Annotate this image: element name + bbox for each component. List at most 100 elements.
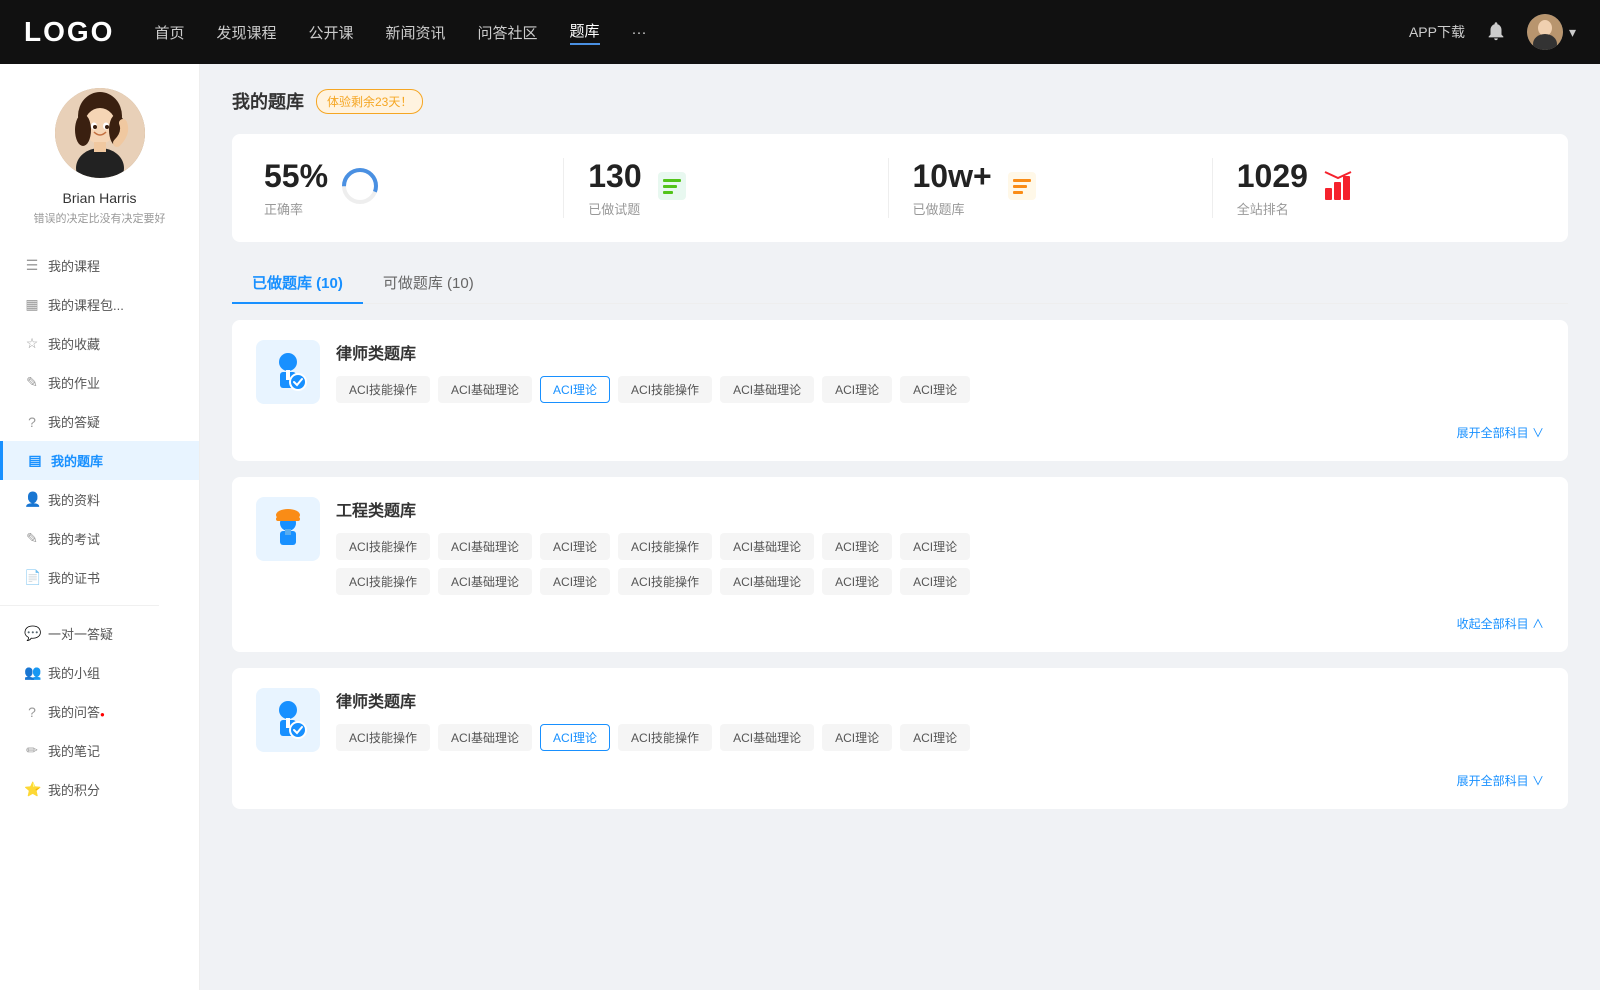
stat-done-questions: 130 已做试题 (564, 158, 888, 218)
sidebar-item-certificates[interactable]: 📄 我的证书 (0, 558, 199, 597)
tag-2b-1[interactable]: ACI基础理论 (438, 568, 532, 595)
sidebar-item-course-package[interactable]: ▦ 我的课程包... (0, 285, 199, 324)
expand-link-1[interactable]: 展开全部科目 ∨ (1457, 424, 1544, 441)
sidebar-item-courses[interactable]: ☰ 我的课程 (0, 246, 199, 285)
tag-2a-3[interactable]: ACI技能操作 (618, 533, 712, 560)
navbar: LOGO 首页 发现课程 公开课 新闻资讯 问答社区 题库 ··· APP下载 … (0, 0, 1600, 64)
stat-accuracy: 55% 正确率 (264, 158, 564, 218)
qbank-info-2: 工程类题库 ACI技能操作 ACI基础理论 ACI理论 ACI技能操作 ACI基… (336, 497, 1544, 595)
qbank-header-1: 律师类题库 ACI技能操作 ACI基础理论 ACI理论 ACI技能操作 ACI基… (256, 340, 1544, 404)
tag-2a-5[interactable]: ACI理论 (822, 533, 892, 560)
logo: LOGO (24, 16, 114, 48)
accuracy-chart-icon (340, 166, 380, 211)
questions-label: 我的问答● (48, 702, 105, 721)
tag-1-3[interactable]: ACI技能操作 (618, 376, 712, 403)
sidebar: Brian Harris 错误的决定比没有决定要好 ☰ 我的课程 ▦ 我的课程包… (0, 64, 200, 990)
sidebar-item-notes[interactable]: ✏ 我的笔记 (0, 731, 199, 770)
qbank-title-2: 工程类题库 (336, 497, 1544, 521)
sidebar-item-points[interactable]: ⭐ 我的积分 (0, 770, 199, 809)
sidebar-item-qbank[interactable]: ▤ 我的题库 (0, 441, 199, 480)
tab-available[interactable]: 可做题库 (10) (363, 262, 494, 303)
tag-2b-5[interactable]: ACI理论 (822, 568, 892, 595)
sidebar-item-favorites[interactable]: ☆ 我的收藏 (0, 324, 199, 363)
sidebar-item-questions[interactable]: ? 我的问答● (0, 692, 199, 731)
tag-2a-1[interactable]: ACI基础理论 (438, 533, 532, 560)
tag-3-3[interactable]: ACI技能操作 (618, 724, 712, 751)
sidebar-divider (0, 605, 159, 606)
points-label: 我的积分 (48, 780, 100, 799)
sidebar-item-profile[interactable]: 👤 我的资料 (0, 480, 199, 519)
done-questions-value-group: 130 已做试题 (588, 158, 641, 218)
chevron-down-icon: ▾ (1569, 24, 1576, 41)
nav-menu: 首页 发现课程 公开课 新闻资讯 问答社区 题库 ··· (154, 20, 1409, 45)
tag-3-4[interactable]: ACI基础理论 (720, 724, 814, 751)
tag-2a-4[interactable]: ACI基础理论 (720, 533, 814, 560)
nav-news[interactable]: 新闻资讯 (386, 22, 446, 43)
tag-3-5[interactable]: ACI理论 (822, 724, 892, 751)
profile-label: 我的资料 (48, 490, 100, 509)
tag-2b-2[interactable]: ACI理论 (540, 568, 610, 595)
qbank-card-engineer: 工程类题库 ACI技能操作 ACI基础理论 ACI理论 ACI技能操作 ACI基… (232, 477, 1568, 652)
package-icon: ▦ (24, 296, 40, 313)
tag-1-2[interactable]: ACI理论 (540, 376, 610, 403)
stat-accuracy-value-group: 55% 正确率 (264, 158, 328, 218)
nav-more[interactable]: ··· (632, 24, 647, 41)
navbar-right: APP下载 ▾ (1409, 14, 1576, 50)
nav-opencourse[interactable]: 公开课 (308, 22, 353, 43)
tag-1-5[interactable]: ACI理论 (822, 376, 892, 403)
cert-icon: 📄 (24, 569, 40, 586)
sidebar-item-tutoring[interactable]: 💬 一对一答疑 (0, 614, 199, 653)
tag-2b-0[interactable]: ACI技能操作 (336, 568, 430, 595)
app-download-button[interactable]: APP下载 (1409, 22, 1465, 42)
tag-2a-0[interactable]: ACI技能操作 (336, 533, 430, 560)
tag-2a-2[interactable]: ACI理论 (540, 533, 610, 560)
main-content: 我的题库 体验剩余23天！ 55% 正确率 (200, 64, 1600, 990)
nav-discover[interactable]: 发现课程 (216, 22, 276, 43)
collapse-link-2[interactable]: 收起全部科目 ∧ (1457, 615, 1544, 632)
tags-footer-3: 展开全部科目 ∨ (256, 768, 1544, 789)
tag-3-6[interactable]: ACI理论 (900, 724, 970, 751)
sidebar-item-homework[interactable]: ✎ 我的作业 (0, 363, 199, 402)
tab-done[interactable]: 已做题库 (10) (232, 262, 363, 303)
user-avatar-menu[interactable]: ▾ (1527, 14, 1576, 50)
homework-label: 我的作业 (48, 373, 100, 392)
sidebar-avatar (55, 88, 145, 178)
favorites-label: 我的收藏 (48, 334, 100, 353)
done-banks-value: 10w+ (913, 158, 992, 195)
notes-icon: ✏ (24, 742, 40, 759)
qbank-label: 我的题库 (51, 451, 103, 470)
qbank-card-lawyer-2: 律师类题库 ACI技能操作 ACI基础理论 ACI理论 ACI技能操作 ACI基… (232, 668, 1568, 809)
tag-2b-6[interactable]: ACI理论 (900, 568, 970, 595)
nav-home[interactable]: 首页 (154, 22, 184, 43)
tag-1-4[interactable]: ACI基础理论 (720, 376, 814, 403)
trial-badge: 体验剩余23天！ (316, 89, 423, 114)
qbank-header-2: 工程类题库 ACI技能操作 ACI基础理论 ACI理论 ACI技能操作 ACI基… (256, 497, 1544, 595)
tag-2b-4[interactable]: ACI基础理论 (720, 568, 814, 595)
tag-1-1[interactable]: ACI基础理论 (438, 376, 532, 403)
sidebar-item-groups[interactable]: 👥 我的小组 (0, 653, 199, 692)
done-banks-value-group: 10w+ 已做题库 (913, 158, 992, 218)
profile-icon: 👤 (24, 491, 40, 508)
tag-1-0[interactable]: ACI技能操作 (336, 376, 430, 403)
nav-qbank[interactable]: 题库 (570, 20, 600, 45)
nav-qa[interactable]: 问答社区 (478, 22, 538, 43)
tags-row-2b: ACI技能操作 ACI基础理论 ACI理论 ACI技能操作 ACI基础理论 AC… (336, 568, 1544, 595)
homework-icon: ✎ (24, 374, 40, 391)
tag-2a-6[interactable]: ACI理论 (900, 533, 970, 560)
done-questions-label: 已做试题 (588, 199, 641, 218)
tag-3-1[interactable]: ACI基础理论 (438, 724, 532, 751)
tag-2b-3[interactable]: ACI技能操作 (618, 568, 712, 595)
sidebar-item-exams[interactable]: ✎ 我的考试 (0, 519, 199, 558)
tag-3-2[interactable]: ACI理论 (540, 724, 610, 751)
qbank-lawyer-icon-2 (256, 688, 320, 752)
questions-icon: ? (24, 704, 40, 720)
tag-1-6[interactable]: ACI理论 (900, 376, 970, 403)
sidebar-item-qa[interactable]: ? 我的答疑 (0, 402, 199, 441)
expand-link-3[interactable]: 展开全部科目 ∨ (1457, 772, 1544, 789)
done-questions-icon (654, 168, 690, 209)
notification-bell[interactable] (1485, 20, 1507, 45)
tag-3-0[interactable]: ACI技能操作 (336, 724, 430, 751)
done-banks-icon (1004, 168, 1040, 209)
qa-label: 我的答疑 (48, 412, 100, 431)
rank-value: 1029 (1237, 158, 1308, 195)
